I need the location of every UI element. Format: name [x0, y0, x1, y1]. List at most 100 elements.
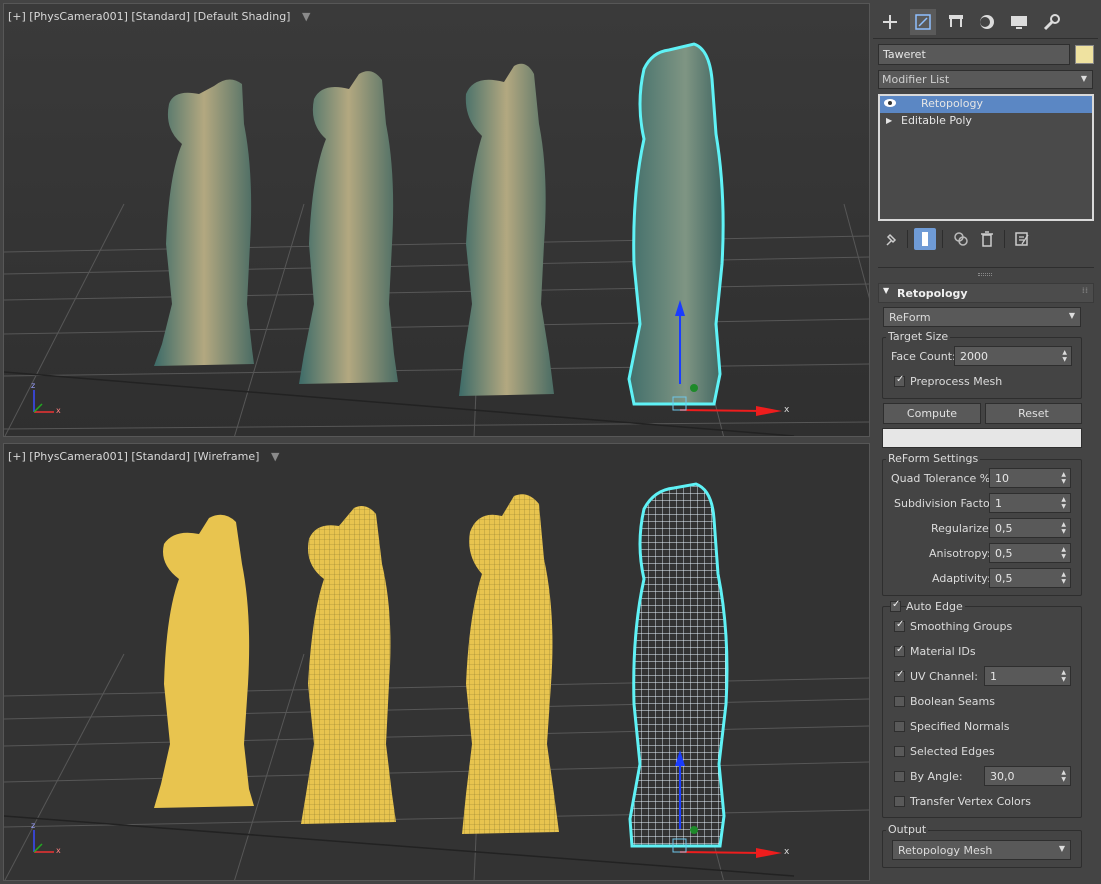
viewport-bottom-label-text[interactable]: [+] [PhysCamera001] [Standard] [Wirefram…	[8, 450, 259, 463]
auto-edge-checkbox[interactable]	[890, 599, 901, 612]
by-angle-label: By Angle:	[910, 770, 963, 783]
method-value: ReForm	[889, 311, 931, 324]
group-title: Output	[886, 823, 929, 836]
anisotropy-value: 0,5	[995, 547, 1013, 560]
axis-tripod-icon: z x	[31, 381, 61, 415]
hierarchy-icon[interactable]	[943, 9, 969, 35]
subdivision-factor-spinner[interactable]: 1 ▲ ▼	[989, 493, 1071, 513]
group-auto-edge	[882, 606, 1082, 818]
uv-channel-checkbox[interactable]	[894, 669, 905, 682]
trash-icon[interactable]	[976, 228, 998, 250]
modifier-list-dropdown[interactable]: Modifier List ▼	[878, 70, 1093, 89]
uv-channel-spinner[interactable]: 1 ▲ ▼	[984, 666, 1071, 686]
expand-triangle-icon[interactable]: ▶	[886, 116, 892, 125]
object-name-field[interactable]: Taweret	[878, 44, 1070, 65]
statue-wire-retopology-selected	[628, 482, 729, 848]
regularize-spinner[interactable]: 0,5 ▲ ▼	[989, 518, 1071, 538]
material-ids-checkbox[interactable]	[894, 644, 905, 657]
spinner-arrows-icon[interactable]: ▲ ▼	[1061, 521, 1066, 535]
adaptivity-spinner[interactable]: 0,5 ▲ ▼	[989, 568, 1071, 588]
stack-item-label: Editable Poly	[901, 114, 972, 127]
grid	[4, 203, 869, 436]
eye-icon[interactable]	[883, 98, 897, 111]
spinner-arrows-icon[interactable]: ▲ ▼	[1061, 669, 1066, 683]
rollout-retopology-header[interactable]: ▼ Retopology ⁞⁞	[878, 283, 1094, 303]
spinner-arrows-icon[interactable]: ▲ ▼	[1061, 471, 1066, 485]
statue-wire-solid	[154, 514, 254, 808]
spinner-arrows-icon[interactable]: ▲ ▼	[1061, 546, 1066, 560]
gizmo-x-label: x	[784, 847, 790, 857]
output-value: Retopology Mesh	[898, 844, 993, 857]
object-color-swatch[interactable]	[1075, 45, 1094, 64]
display-icon[interactable]	[1006, 9, 1032, 35]
filter-icon[interactable]: ▼	[302, 10, 310, 23]
chevron-down-icon: ▼	[1080, 74, 1087, 83]
command-panel: Taweret Modifier List ▼ Retopology ▶ Edi…	[873, 3, 1098, 881]
make-unique-icon[interactable]	[950, 228, 972, 250]
axis-x-label: x	[56, 846, 61, 855]
subdivision-factor-value: 1	[995, 497, 1002, 510]
output-dropdown[interactable]: Retopology Mesh ▼	[892, 840, 1071, 860]
modifier-stack[interactable]: Retopology ▶ Editable Poly	[878, 94, 1094, 221]
face-count-value: 2000	[960, 350, 988, 363]
spinner-arrows-icon[interactable]: ▲ ▼	[1062, 349, 1067, 363]
axis-z-label: z	[31, 821, 35, 830]
anisotropy-spinner[interactable]: 0,5 ▲ ▼	[989, 543, 1071, 563]
rollout-grip-icon: ⁞⁞	[1081, 286, 1088, 295]
by-angle-checkbox[interactable]	[894, 771, 905, 782]
face-count-spinner[interactable]: 2000 ▲ ▼	[954, 346, 1072, 366]
viewport-top-shaded[interactable]: [+] [PhysCamera001] [Standard] [Default …	[3, 3, 870, 437]
by-angle-value: 30,0	[990, 770, 1015, 783]
utilities-icon[interactable]	[1038, 9, 1064, 35]
spinner-arrows-icon[interactable]: ▲ ▼	[1061, 496, 1066, 510]
pin-stack-icon[interactable]	[880, 228, 902, 250]
gizmo-x-label: x	[784, 405, 790, 415]
transfer-vertex-colors-checkbox[interactable]	[894, 796, 905, 807]
boolean-seams-label: Boolean Seams	[910, 695, 995, 708]
chevron-down-icon: ▼	[1068, 311, 1075, 320]
statue-shaded-2	[299, 71, 398, 384]
group-title: Target Size	[886, 330, 951, 343]
adaptivity-label: Adaptivity:	[932, 572, 991, 585]
filter-icon[interactable]: ▼	[271, 450, 279, 463]
auto-edge-label: Auto Edge	[906, 600, 965, 613]
compute-button[interactable]: Compute	[883, 403, 981, 424]
viewport-top-canvas: x z x	[4, 42, 869, 436]
spinner-arrows-icon[interactable]: ▲ ▼	[1061, 769, 1066, 783]
method-dropdown[interactable]: ReForm ▼	[883, 307, 1081, 327]
viewport-bottom-label[interactable]: [+] [PhysCamera001] [Standard] [Wirefram…	[8, 450, 279, 463]
chevron-down-icon: ▼	[1058, 844, 1065, 853]
create-icon[interactable]	[877, 9, 903, 35]
statue-wire-medium	[462, 494, 559, 834]
selected-edges-checkbox[interactable]	[894, 746, 905, 757]
preprocess-mesh-checkbox[interactable]	[894, 374, 905, 387]
configure-modifier-sets-icon[interactable]	[1011, 228, 1033, 250]
panel-tabs	[873, 3, 1098, 39]
grip-icon[interactable]	[978, 273, 992, 276]
stack-item-retopology[interactable]: Retopology	[880, 96, 1092, 113]
face-count-label: Face Count:	[891, 350, 956, 363]
viewport-top-label[interactable]: [+] [PhysCamera001] [Standard] [Default …	[8, 10, 310, 23]
viewport-bottom-canvas: x z x	[4, 482, 869, 880]
axis-x-label: x	[56, 406, 61, 415]
smoothing-groups-checkbox[interactable]	[894, 619, 905, 632]
quad-tolerance-spinner[interactable]: 10 ▲ ▼	[989, 468, 1071, 488]
collapse-triangle-icon[interactable]: ▼	[883, 286, 889, 295]
stack-toolbar	[878, 228, 1094, 250]
statue-shaded-3	[459, 63, 554, 396]
smoothing-groups-label: Smoothing Groups	[910, 620, 1013, 633]
specified-normals-label: Specified Normals	[910, 720, 1010, 733]
viewport-top-label-text[interactable]: [+] [PhysCamera001] [Standard] [Default …	[8, 10, 290, 23]
anisotropy-label: Anisotropy:	[929, 547, 991, 560]
viewport-bottom-wireframe[interactable]: [+] [PhysCamera001] [Standard] [Wirefram…	[3, 443, 870, 881]
modify-icon[interactable]	[910, 9, 936, 35]
reset-button[interactable]: Reset	[985, 403, 1082, 424]
motion-icon[interactable]	[974, 9, 1000, 35]
show-end-result-icon[interactable]	[914, 228, 936, 250]
by-angle-spinner[interactable]: 30,0 ▲ ▼	[984, 766, 1071, 786]
boolean-seams-checkbox[interactable]	[894, 696, 905, 707]
stack-item-editable-poly[interactable]: ▶ Editable Poly	[880, 113, 1092, 130]
specified-normals-checkbox[interactable]	[894, 721, 905, 732]
uv-channel-value: 1	[990, 670, 997, 683]
spinner-arrows-icon[interactable]: ▲ ▼	[1061, 571, 1066, 585]
